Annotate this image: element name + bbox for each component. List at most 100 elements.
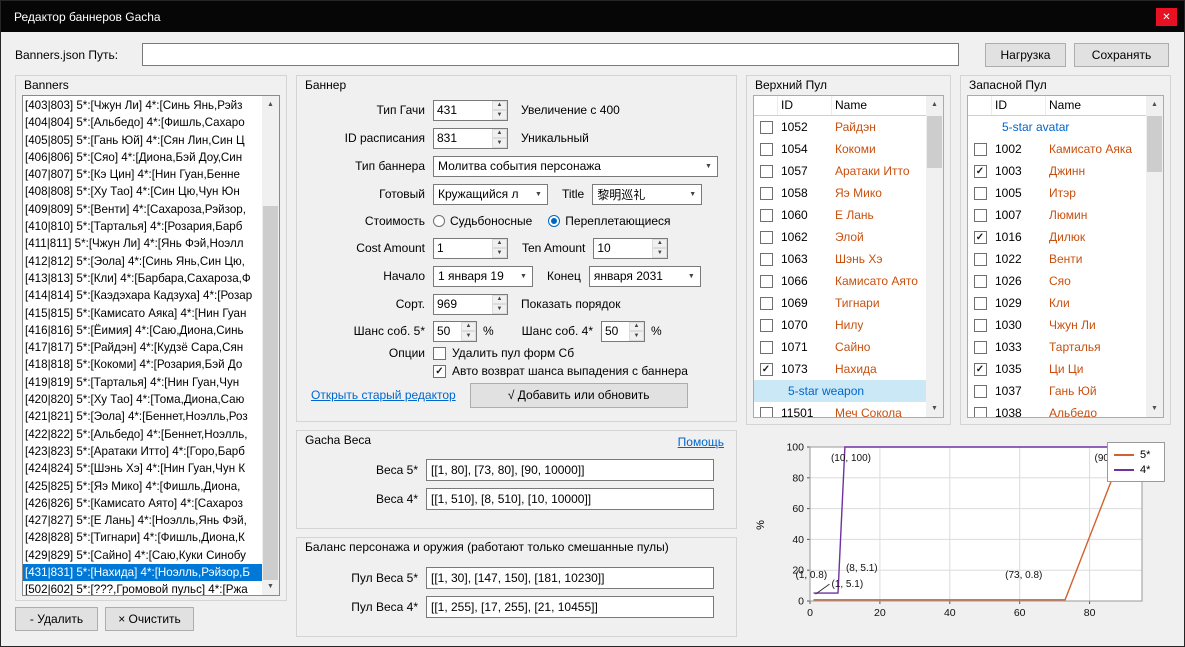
banner-list-item[interactable]: [427|827] 5*:[Е Лань] 4*:[Ноэлль,Янь Фэй…: [23, 512, 262, 529]
banner-list-item[interactable]: [420|820] 5*:[Ху Тао] 4*:[Тома,Диона,Саю: [23, 391, 262, 408]
column-header-id[interactable]: ID: [778, 96, 832, 115]
spin-up-icon[interactable]: ▲: [629, 322, 644, 332]
spin-down-icon[interactable]: ▼: [492, 110, 507, 120]
checkbox-unchecked-icon[interactable]: [974, 209, 987, 222]
prefab-combobox[interactable]: Кружащийся л ▼: [433, 184, 548, 205]
clear-banners-button[interactable]: × Очистить: [105, 607, 194, 631]
scrollbar-thumb[interactable]: [927, 116, 942, 168]
pool-weights4-input[interactable]: [426, 596, 714, 618]
checkbox-unchecked-icon[interactable]: [760, 121, 773, 134]
pool-item-row[interactable]: 1057Аратаки Итто: [754, 160, 926, 182]
help-link[interactable]: Помощь: [678, 435, 724, 449]
pool-section-row[interactable]: 5-star avatar: [968, 116, 1146, 138]
banner-list-item[interactable]: [419|819] 5*:[Тарталья] 4*:[Нин Гуан,Чун: [23, 374, 262, 391]
pool-item-row[interactable]: 1007Люмин: [968, 204, 1146, 226]
column-header-name[interactable]: Name: [832, 96, 926, 115]
cost-radio-intertwined[interactable]: Переплетающиеся: [548, 214, 670, 228]
banner-list-item[interactable]: [431|831] 5*:[Нахида] 4*:[Ноэлль,Рэйзор,…: [23, 564, 262, 581]
banner-list-item[interactable]: [403|803] 5*:[Чжун Ли] 4*:[Синь Янь,Рэйз: [23, 97, 262, 114]
banner-list-item[interactable]: [413|813] 5*:[Кли] 4*:[Барбара,Сахароза,…: [23, 270, 262, 287]
pool-item-row[interactable]: 1038Альбедо: [968, 402, 1146, 417]
pool-item-row[interactable]: 1029Кли: [968, 292, 1146, 314]
pool-item-row[interactable]: ✓1016Дилюк: [968, 226, 1146, 248]
end-date-picker[interactable]: января 2031 ▼: [589, 266, 701, 287]
pool-item-row[interactable]: 1054Кокоми: [754, 138, 926, 160]
pool-item-row[interactable]: ✓1035Ци Ци: [968, 358, 1146, 380]
scrollbar-thumb[interactable]: [263, 206, 278, 580]
pool-item-row[interactable]: 1033Тарталья: [968, 336, 1146, 358]
spin-up-icon[interactable]: ▲: [652, 239, 667, 249]
banner-list-item[interactable]: [426|826] 5*:[Камисато Аято] 4*:[Сахароз: [23, 495, 262, 512]
checkbox-unchecked-icon[interactable]: [760, 187, 773, 200]
banner-list-item[interactable]: [422|822] 5*:[Альбедо] 4*:[Беннет,Ноэлль…: [23, 426, 262, 443]
checkbox-unchecked-icon[interactable]: [974, 385, 987, 398]
checkbox-checked-icon[interactable]: ✓: [974, 165, 987, 178]
close-button[interactable]: ✕: [1156, 8, 1177, 26]
banners-scrollbar[interactable]: ▲ ▼: [262, 96, 279, 595]
sort-spinner[interactable]: 969 ▲▼: [433, 294, 508, 315]
banner-list-item[interactable]: [429|829] 5*:[Сайно] 4*:[Саю,Куки Синобу: [23, 547, 262, 564]
checkbox-unchecked-icon[interactable]: [974, 407, 987, 418]
banner-list-item[interactable]: [415|815] 5*:[Камисато Аяка] 4*:[Нин Гуа…: [23, 305, 262, 322]
reserve-pool-scrollbar[interactable]: ▲ ▼: [1146, 96, 1163, 417]
checkbox-checked-icon[interactable]: ✓: [760, 363, 773, 376]
pool-item-row[interactable]: 1005Итэр: [968, 182, 1146, 204]
checkbox-checked-icon[interactable]: ✓: [974, 231, 987, 244]
chance5-spinner[interactable]: 50 ▲▼: [433, 321, 477, 342]
spin-down-icon[interactable]: ▼: [461, 331, 476, 341]
checkbox-unchecked-icon[interactable]: [760, 319, 773, 332]
banner-list-item[interactable]: [407|807] 5*:[Кэ Цин] 4*:[Нин Гуан,Бенне: [23, 166, 262, 183]
pool-item-row[interactable]: 11501Меч Сокола: [754, 402, 926, 417]
checkbox-unchecked-icon[interactable]: [760, 297, 773, 310]
pool-item-row[interactable]: 1060Е Лань: [754, 204, 926, 226]
banner-list-item[interactable]: [424|824] 5*:[Шэнь Хэ] 4*:[Нин Гуан,Чун …: [23, 460, 262, 477]
spin-down-icon[interactable]: ▼: [492, 248, 507, 258]
checkbox-unchecked-icon[interactable]: [974, 319, 987, 332]
add-or-update-button[interactable]: √ Добавить или обновить: [470, 383, 688, 408]
pool-item-row[interactable]: ✓1073Нахида: [754, 358, 926, 380]
banner-list-item[interactable]: [418|818] 5*:[Кокоми] 4*:[Розария,Бэй До: [23, 356, 262, 373]
checkbox-unchecked-icon[interactable]: [974, 297, 987, 310]
column-header-id[interactable]: ID: [992, 96, 1046, 115]
spin-down-icon[interactable]: ▼: [492, 304, 507, 314]
scroll-down-icon[interactable]: ▼: [1146, 400, 1163, 417]
banner-list-item[interactable]: [406|806] 5*:[Сяо] 4*:[Диона,Бэй Доу,Син: [23, 149, 262, 166]
pool-item-row[interactable]: 1030Чжун Ли: [968, 314, 1146, 336]
cost-amount-spinner[interactable]: 1 ▲▼: [433, 238, 508, 259]
checkbox-unchecked-icon[interactable]: [974, 275, 987, 288]
spin-up-icon[interactable]: ▲: [492, 101, 507, 111]
chance4-spinner[interactable]: 50 ▲▼: [601, 321, 645, 342]
pool-item-row[interactable]: 1066Камисато Аято: [754, 270, 926, 292]
scroll-down-icon[interactable]: ▼: [926, 400, 943, 417]
pool-item-row[interactable]: 1070Нилу: [754, 314, 926, 336]
scrollbar-thumb[interactable]: [1147, 116, 1162, 172]
pool-item-row[interactable]: 1071Сайно: [754, 336, 926, 358]
spin-up-icon[interactable]: ▲: [492, 295, 507, 305]
pool-item-row[interactable]: 1002Камисато Аяка: [968, 138, 1146, 160]
chevron-down-icon[interactable]: ▼: [683, 273, 700, 280]
weights4-input[interactable]: [426, 488, 714, 510]
banner-list-item[interactable]: [414|814] 5*:[Каэдэхара Кадзуха] 4*:[Роз…: [23, 287, 262, 304]
banner-list-item[interactable]: [502|602] 5*:[???,Громовой пульс] 4*:[Рж…: [23, 581, 262, 595]
spin-up-icon[interactable]: ▲: [492, 239, 507, 249]
pool-item-row[interactable]: 1058Яэ Мико: [754, 182, 926, 204]
title-combobox[interactable]: 黎明巡礼 ▼: [592, 184, 702, 205]
checkbox-unchecked-icon[interactable]: [974, 341, 987, 354]
scroll-down-icon[interactable]: ▼: [262, 578, 279, 595]
column-header-name[interactable]: Name: [1046, 96, 1146, 115]
path-input[interactable]: [142, 43, 959, 66]
pool-item-row[interactable]: 1069Тигнари: [754, 292, 926, 314]
pool-section-row[interactable]: 5-star weapon: [754, 380, 926, 402]
pool-item-row[interactable]: 1063Шэнь Хэ: [754, 248, 926, 270]
checkbox-unchecked-icon[interactable]: [760, 209, 773, 222]
checkbox-unchecked-icon[interactable]: [760, 165, 773, 178]
save-button[interactable]: Сохранять: [1074, 43, 1169, 67]
cost-radio-acquaint[interactable]: Судьбоносные: [433, 214, 532, 228]
banner-list-item[interactable]: [428|828] 5*:[Тигнари] 4*:[Фишль,Диона,К: [23, 529, 262, 546]
scroll-up-icon[interactable]: ▲: [1146, 96, 1163, 113]
chevron-down-icon[interactable]: ▼: [515, 273, 532, 280]
load-button[interactable]: Нагрузка: [985, 43, 1066, 67]
upper-pool-scrollbar[interactable]: ▲ ▼: [926, 96, 943, 417]
banner-list-item[interactable]: [416|816] 5*:[Ёимия] 4*:[Саю,Диона,Синь: [23, 322, 262, 339]
banner-list-item[interactable]: [408|808] 5*:[Ху Тао] 4*:[Син Цю,Чун Юн: [23, 183, 262, 200]
